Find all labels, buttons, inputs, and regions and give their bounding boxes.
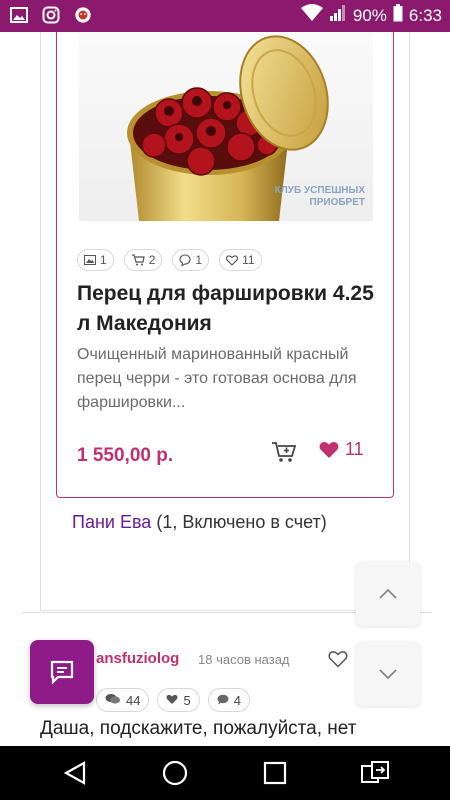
battery-icon [393,4,403,27]
comments-chip[interactable]: 1 [172,249,210,271]
heart-outline-icon [226,254,239,266]
heart-outline-icon [328,651,348,668]
back-button[interactable] [58,756,92,790]
product-stats: 1 2 1 11 [77,249,262,271]
like-button[interactable]: 11 [319,439,364,460]
messages-count: 4 [233,692,241,708]
instagram-icon [42,6,60,24]
product-price: 1 550,00 р. [77,445,174,466]
product-card[interactable]: КЛУБ УСПЕШНЫХ ПРИОБРЕТ 1 2 1 11 Перец дл… [56,32,394,498]
home-button[interactable] [158,756,192,790]
scroll-down-button[interactable] [356,642,420,706]
back-triangle-icon [63,761,86,785]
cart-add-icon [272,442,297,462]
comment-replies-chip[interactable]: 44 [96,688,150,712]
comment-icon [179,254,191,266]
clock: 6:33 [408,5,442,25]
comment-text: Даша, подскажите, пожалуйста, нет [40,718,357,739]
photo-icon [84,255,96,265]
like-count: 11 [345,439,364,459]
comment-author[interactable]: ansfuziolog [96,650,179,667]
order-line: Пани Ева (1, Включено в счет) [72,512,327,533]
comment-likes-count: 5 [183,692,191,708]
status-bar: 90% 6:33 [0,0,450,32]
likes-count: 11 [242,253,255,267]
product-description: Очищенный маринованный красный перец чер… [77,346,357,411]
heart-icon [319,441,339,458]
heart-filled-icon [166,693,178,708]
comment-like-button[interactable] [328,650,350,670]
recents-square-icon [263,761,287,785]
chevron-up-icon [379,588,397,599]
navigation-bar [0,746,450,800]
chat-icon [50,660,74,685]
photos-count: 1 [100,253,107,267]
product-title[interactable]: Перец для фаршировки 4.25 л Македония [77,279,377,339]
swap-icon [361,761,389,783]
scroll-up-button[interactable] [356,562,420,626]
wifi-icon [300,4,323,27]
speech-bubble-icon [217,693,229,708]
comment-likes-chip[interactable]: 5 [157,688,200,712]
gallery-icon [10,6,28,24]
comment-time: 18 часов назад [198,652,290,667]
photos-chip[interactable]: 1 [77,249,114,271]
home-circle-icon [162,760,188,786]
order-info: (1, Включено в счет) [151,512,327,532]
signal-icon [329,4,347,27]
lion-icon [74,6,92,24]
switch-app-button[interactable] [358,756,392,790]
comment-messages-chip[interactable]: 4 [207,688,250,712]
carts-chip[interactable]: 2 [123,249,163,271]
chevron-down-icon [379,669,397,680]
battery-percent: 90% [352,5,387,25]
chat-bubbles-icon [105,693,121,708]
page-content: КЛУБ УСПЕШНЫХ ПРИОБРЕТ 1 2 1 11 Перец дл… [0,32,450,746]
image-watermark: КЛУБ УСПЕШНЫХ ПРИОБРЕТ [274,185,365,208]
likes-chip[interactable]: 11 [219,249,262,271]
cart-icon [131,254,145,266]
replies-count: 44 [126,692,141,708]
product-image[interactable]: КЛУБ УСПЕШНЫХ ПРИОБРЕТ [79,33,373,221]
carts-count: 2 [148,253,156,267]
comments-count: 1 [195,253,203,267]
add-to-cart-button[interactable] [271,441,297,463]
comment-stats: 44 5 4 [96,688,250,712]
buyer-name-link[interactable]: Пани Ева [72,512,151,532]
recents-button[interactable] [258,756,292,790]
chat-fab-button[interactable] [30,640,94,704]
